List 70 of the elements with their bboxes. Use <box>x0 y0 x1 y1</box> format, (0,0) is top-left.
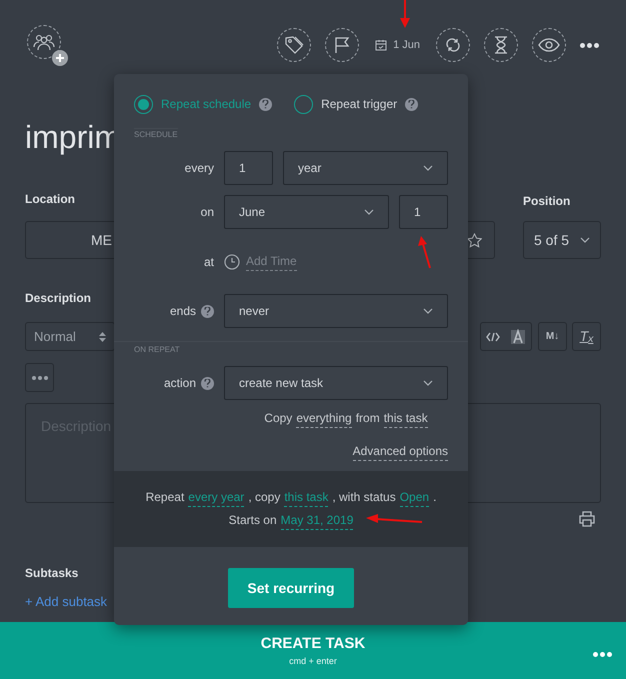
row-label: action <box>164 375 196 392</box>
note-text: , copy <box>248 489 280 506</box>
help-icon[interactable] <box>259 98 272 110</box>
annotation-arrow <box>400 0 410 28</box>
print-icon[interactable] <box>579 511 595 527</box>
repeat-icon[interactable] <box>436 28 470 62</box>
more-icon[interactable] <box>580 42 599 48</box>
chevron-down-icon <box>423 308 433 314</box>
chevron-down-icon <box>423 380 433 386</box>
interval-input[interactable]: 1 <box>224 151 273 185</box>
chevron-down-icon <box>580 237 590 243</box>
note-text: Starts on <box>228 512 277 529</box>
help-icon[interactable] <box>201 376 214 390</box>
note-text: , with status <box>332 489 396 506</box>
add-subtask-link[interactable]: + Add subtask <box>25 592 108 612</box>
hourglass-icon[interactable] <box>484 28 518 62</box>
row-label: ends <box>170 303 196 320</box>
inline-link[interactable]: every year <box>188 488 244 507</box>
annotation-arrow <box>418 236 431 268</box>
day-input[interactable]: 1 <box>399 195 448 229</box>
highlight-icon[interactable] <box>510 328 526 344</box>
section-heading: SCHEDULE <box>134 128 178 141</box>
radio-button[interactable] <box>134 94 153 114</box>
ends-dropdown[interactable]: never <box>224 294 448 328</box>
inline-link[interactable]: this task <box>284 488 328 507</box>
sort-arrows-icon <box>99 330 106 342</box>
note-text: Copy <box>264 410 292 427</box>
inline-link[interactable]: everything <box>296 409 352 428</box>
format-dropdown[interactable]: Normal <box>25 322 115 351</box>
inline-link[interactable]: Open <box>400 488 430 507</box>
note-text: . <box>433 489 436 506</box>
note-text: from <box>356 410 380 427</box>
row-label: on <box>200 204 214 221</box>
section-heading: ON REPEAT <box>134 344 180 356</box>
flag-icon[interactable] <box>325 28 360 62</box>
create-task-button[interactable]: CREATE TASK cmd + enter <box>0 622 626 679</box>
radio-label[interactable]: Repeat trigger <box>321 95 398 113</box>
position-dropdown[interactable]: 5 of 5 <box>523 221 601 259</box>
help-icon[interactable] <box>201 304 214 318</box>
row-label: at <box>204 254 214 270</box>
note-text: Repeat <box>146 489 184 506</box>
code-icon[interactable] <box>486 332 500 342</box>
set-recurring-button[interactable]: Set recurring <box>228 568 354 608</box>
row-label: every <box>184 160 214 177</box>
section-label: Subtasks <box>25 565 78 582</box>
tag-icon[interactable] <box>277 28 312 62</box>
month-dropdown[interactable]: June <box>224 195 389 229</box>
add-member-icon[interactable] <box>27 24 68 66</box>
calendar-icon <box>375 39 388 51</box>
more-options-button[interactable] <box>25 363 54 392</box>
inline-link[interactable]: this task <box>384 409 428 428</box>
markdown-button[interactable]: M↓ <box>538 322 567 351</box>
annotation-arrow <box>366 514 422 523</box>
radio-button[interactable] <box>294 94 314 114</box>
field-label: Description <box>25 290 92 307</box>
chevron-down-icon <box>364 209 374 215</box>
chevron-down-icon <box>423 165 433 171</box>
radio-label[interactable]: Repeat schedule <box>161 95 252 113</box>
inline-link[interactable]: May 31, 2019 <box>280 511 354 530</box>
unit-dropdown[interactable]: year <box>283 151 448 185</box>
star-icon[interactable] <box>467 232 482 248</box>
action-dropdown[interactable]: create new task <box>224 366 448 400</box>
help-icon[interactable] <box>405 98 418 110</box>
due-date-button[interactable]: 1 Jun <box>373 36 422 54</box>
field-label: Location <box>25 191 75 208</box>
advanced-options-link[interactable]: Advanced options <box>352 442 448 461</box>
eye-icon[interactable] <box>532 28 566 62</box>
clock-icon <box>224 254 240 270</box>
clear-format-button[interactable]: T$_{x}$ <box>572 322 601 351</box>
field-label: Position <box>523 193 570 210</box>
